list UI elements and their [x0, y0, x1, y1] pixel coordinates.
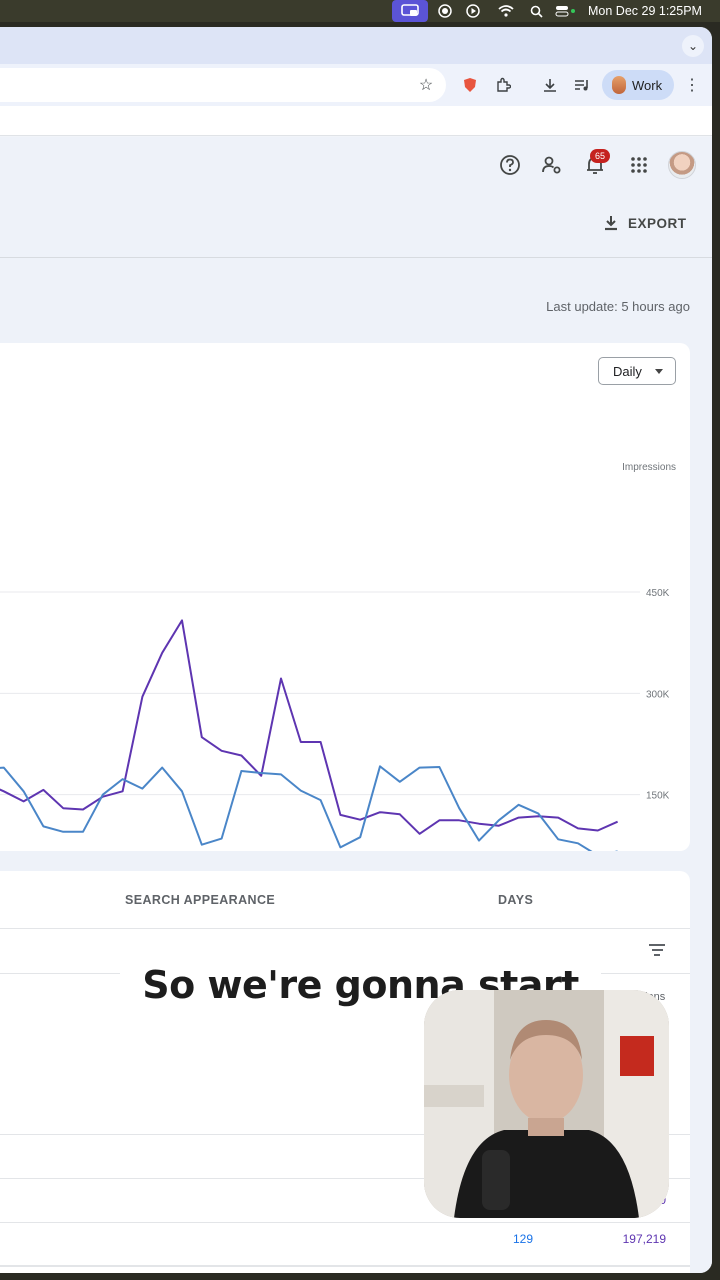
bookmarks-bar — [0, 106, 712, 136]
download-icon[interactable] — [539, 74, 561, 96]
tab-strip: ⌄ — [0, 27, 712, 64]
account-avatar[interactable] — [668, 151, 696, 179]
report-toolbar: EXPORT — [0, 194, 712, 258]
profile-label: Work — [632, 77, 663, 93]
spotlight-search-icon[interactable] — [527, 3, 545, 19]
wifi-icon[interactable] — [496, 3, 516, 19]
y-axis-label: Impressions — [622, 462, 676, 473]
profile-avatar — [612, 76, 626, 94]
interval-dropdown[interactable]: Daily — [598, 357, 676, 385]
y-tick-label: 300K — [646, 689, 670, 700]
more-menu-icon[interactable]: ⋮ — [681, 74, 703, 96]
impressions-line-chart: 450K300K150K0Impressions11/27/2512/2/251… — [0, 462, 676, 851]
screen-share-icon[interactable] — [392, 0, 428, 22]
shield-extension-icon[interactable] — [459, 74, 481, 96]
extensions-puzzle-icon[interactable] — [492, 74, 514, 96]
help-icon[interactable] — [498, 153, 522, 177]
play-icon[interactable] — [464, 3, 482, 19]
tab-days[interactable]: DAYS — [498, 893, 533, 907]
download-icon — [605, 216, 617, 231]
address-bar[interactable] — [0, 68, 446, 102]
app-header: 65 — [0, 137, 712, 193]
browser-toolbar: ☆ Work ⋮ — [0, 64, 712, 106]
control-center-icon[interactable] — [554, 3, 578, 19]
profile-chip[interactable]: Work — [602, 70, 674, 100]
y-tick-label: 450K — [646, 588, 670, 599]
last-update-text: Last update: 5 hours ago — [546, 299, 690, 314]
export-label: EXPORT — [628, 215, 687, 231]
performance-chart-card: 450K300K150K0Impressions11/27/2512/2/251… — [0, 343, 690, 851]
table-row[interactable]: 129 197,219 — [0, 1226, 690, 1266]
y-tick-label: 150K — [646, 791, 670, 802]
user-settings-icon[interactable] — [540, 153, 564, 177]
interval-value: Daily — [613, 363, 642, 379]
tab-search-chevron-icon[interactable]: ⌄ — [682, 35, 704, 57]
webcam-overlay — [424, 990, 669, 1218]
apps-grid-icon[interactable] — [627, 153, 651, 177]
menu-bar: Mon Dec 29 1:25PM — [0, 0, 720, 22]
bookmark-star-icon[interactable]: ☆ — [415, 74, 437, 96]
dropdown-caret-icon — [655, 369, 663, 374]
record-icon[interactable] — [436, 3, 454, 19]
filter-icon[interactable] — [648, 944, 666, 958]
menubar-datetime[interactable]: Mon Dec 29 1:25PM — [588, 3, 708, 19]
reading-list-icon[interactable] — [571, 74, 593, 96]
presenter-video-icon — [424, 990, 669, 1218]
export-button[interactable]: EXPORT — [604, 215, 687, 231]
clicks-series-line — [0, 765, 618, 851]
notifications-badge: 65 — [590, 149, 610, 163]
table-row[interactable]: 994 — [0, 1267, 690, 1273]
clicks-cell: 129 — [513, 1232, 534, 1246]
impressions-series-line — [0, 619, 619, 835]
impressions-cell: 197,219 — [622, 1232, 666, 1246]
tab-search-appearance[interactable]: SEARCH APPEARANCE — [125, 893, 275, 907]
dimension-tabs: SEARCH APPEARANCE DAYS — [0, 871, 690, 929]
